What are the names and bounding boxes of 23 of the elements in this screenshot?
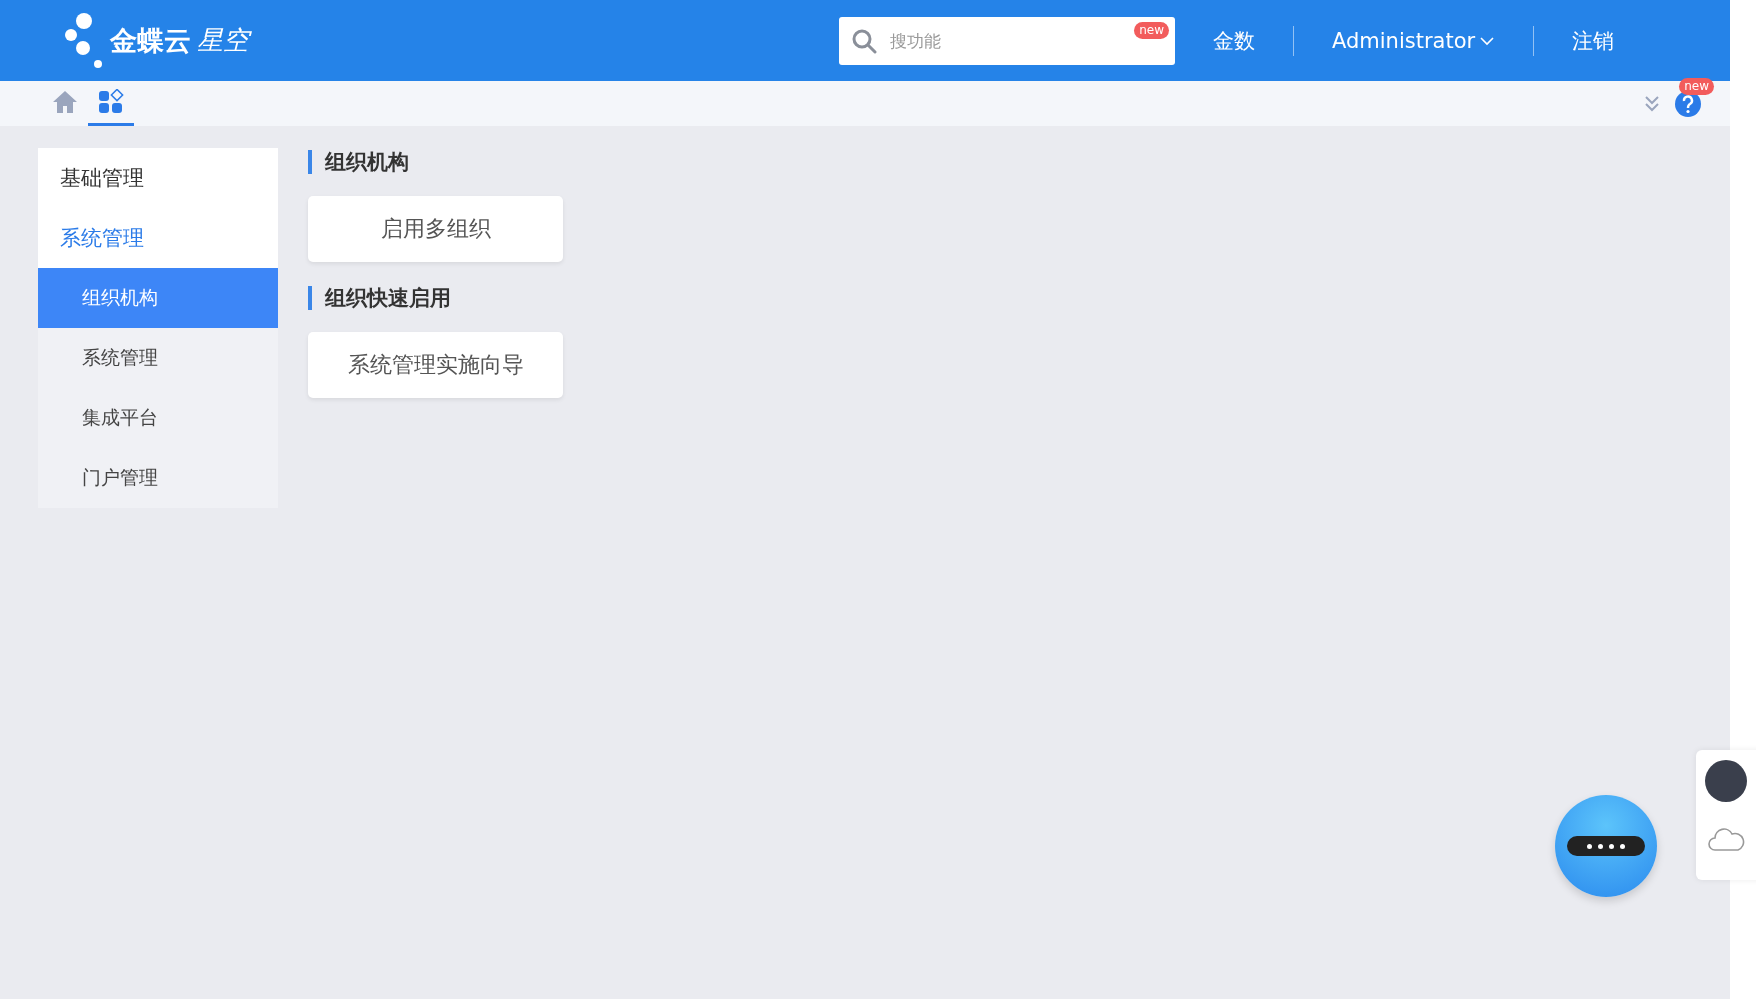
function-card[interactable]: 系统管理实施向导	[308, 332, 563, 398]
sidebar-item[interactable]: 组织机构	[38, 268, 278, 328]
chevron-down-icon	[1479, 35, 1496, 46]
logout-link[interactable]: 注销	[1572, 26, 1615, 55]
cloud-icon[interactable]	[1707, 826, 1745, 852]
sidebar-item[interactable]: 系统管理	[38, 328, 278, 388]
section-title: 组织机构	[308, 150, 563, 174]
apps-icon	[98, 89, 124, 115]
header-link[interactable]: 金数	[1213, 26, 1255, 55]
user-menu[interactable]: Administrator	[1332, 28, 1496, 53]
sidebar-group[interactable]: 基础管理	[38, 148, 278, 208]
sidebar-item[interactable]: 门户管理	[38, 448, 278, 508]
sidebar-item[interactable]: 集成平台	[38, 388, 278, 448]
sidebar-group[interactable]: 系统管理	[38, 208, 278, 268]
assistant-robot-icon[interactable]	[1555, 795, 1657, 897]
home-icon	[52, 90, 78, 114]
logo-text: 金蝶云	[110, 23, 191, 58]
section-title: 组织快速启用	[308, 286, 563, 310]
avatar[interactable]	[1705, 760, 1747, 802]
double-chevron-icon[interactable]	[1644, 94, 1660, 113]
search-icon	[851, 27, 877, 54]
dots-logo-icon	[64, 10, 104, 71]
function-card[interactable]: 启用多组织	[308, 196, 563, 262]
